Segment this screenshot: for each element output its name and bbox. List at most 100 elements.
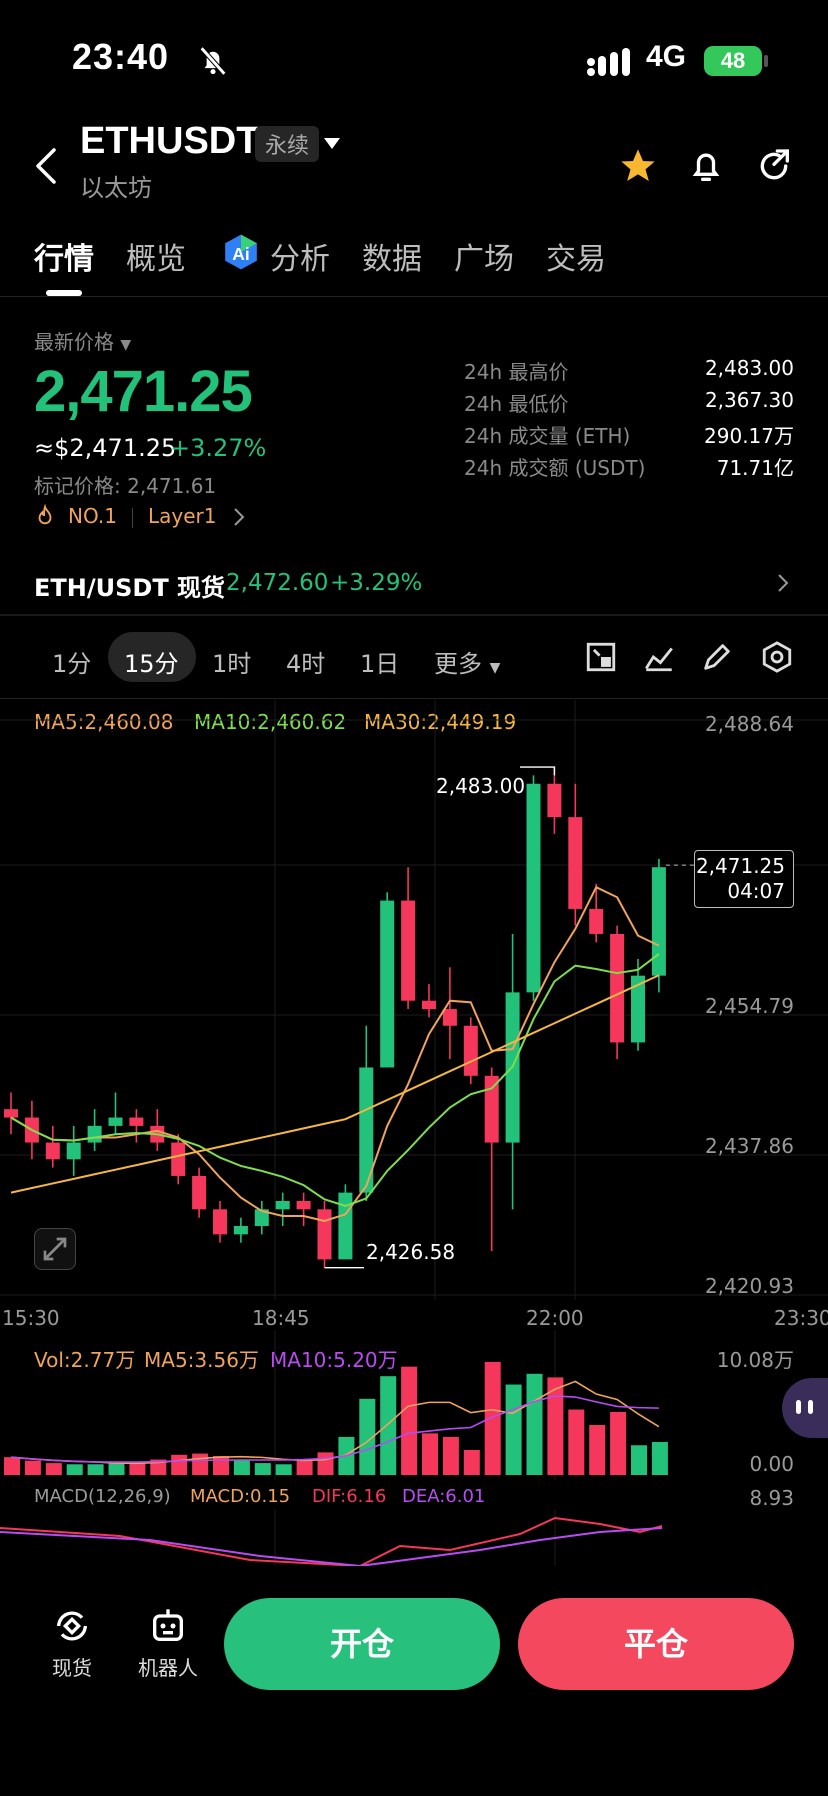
x-tick-1: 15:30: [2, 1306, 60, 1330]
spot-label: ETH/USDT 现货: [34, 574, 226, 602]
spot-chevron-right-icon[interactable]: [776, 572, 790, 594]
candle: [108, 1117, 123, 1126]
volume-bar: [380, 1376, 397, 1475]
chevron-right-icon[interactable]: [232, 506, 246, 528]
interval-more[interactable]: 更多 ▼: [434, 644, 500, 679]
ai-analysis-icon[interactable]: Ai: [222, 232, 260, 272]
tab-data[interactable]: 数据: [362, 234, 422, 278]
last-price: 2,471.25: [34, 359, 253, 424]
current-price-box: 2,471.25 04:07: [694, 850, 794, 908]
tab-square[interactable]: 广场: [454, 234, 514, 278]
stat-label-turnover: 24h 成交额 (USDT): [464, 456, 646, 480]
spot-price: 2,472.60: [226, 570, 329, 596]
star-favorite-icon[interactable]: [618, 146, 658, 186]
macd-dea: DEA:6.01: [402, 1486, 486, 1507]
tab-analysis[interactable]: 分析: [270, 234, 330, 278]
volume-bar: [442, 1436, 459, 1475]
price-label[interactable]: 最新价格 ▼: [34, 326, 131, 355]
candle: [651, 867, 666, 976]
battery-indicator: 48: [704, 46, 768, 76]
candle: [484, 1075, 499, 1143]
symbol-title[interactable]: ETHUSDT: [80, 120, 259, 163]
divider: [0, 698, 828, 699]
indicator-icon[interactable]: [642, 640, 676, 674]
tab-overview[interactable]: 概览: [126, 234, 186, 278]
current-price-value: 2,471.25: [695, 854, 785, 878]
volume-bar: [254, 1463, 271, 1475]
candle: [275, 1200, 290, 1210]
candle: [442, 1009, 457, 1026]
mark-price: 标记价格: 2,471.61: [34, 474, 217, 498]
volume-bar: [651, 1442, 668, 1475]
spot-change: +3.29%: [330, 570, 423, 596]
stat-value-high: 2,483.00: [704, 356, 794, 380]
bell-icon[interactable]: [686, 146, 726, 186]
volume-chart: [4, 1330, 668, 1480]
high-price-label: 2,483.00: [436, 774, 526, 798]
candlestick-chart[interactable]: [0, 700, 828, 1300]
volume-bar: [87, 1464, 104, 1475]
candle-countdown: 04:07: [727, 879, 785, 903]
interval-1d[interactable]: 1日: [360, 644, 399, 679]
candle: [338, 1192, 353, 1260]
volume-bar: [213, 1455, 229, 1475]
volume-bar: [317, 1452, 334, 1475]
sector-tag[interactable]: Layer1: [148, 504, 217, 528]
volume-bar: [24, 1460, 41, 1475]
y-tick-3: 2,437.86: [704, 1134, 794, 1158]
candle: [610, 933, 625, 1043]
candle: [66, 1142, 81, 1160]
contract-type-badge[interactable]: 永续: [255, 126, 320, 162]
candle: [547, 783, 562, 818]
volume-bar: [526, 1373, 543, 1475]
robot-icon[interactable]: [146, 1606, 190, 1646]
candle: [568, 817, 583, 909]
candle: [317, 1209, 332, 1260]
bot-label[interactable]: 机器人: [128, 1652, 208, 1681]
candle: [87, 1125, 102, 1143]
draw-pencil-icon[interactable]: [700, 640, 734, 674]
usd-price: ≈$2,471.25: [34, 434, 177, 462]
rank-tag[interactable]: NO.1: [68, 504, 117, 528]
candle: [45, 1142, 60, 1160]
symbol-dropdown-icon[interactable]: [322, 136, 342, 152]
mute-bell-icon: [199, 46, 227, 76]
spot-label-bottom[interactable]: 现货: [32, 1652, 112, 1681]
volume-bar: [401, 1366, 418, 1475]
interval-15m[interactable]: 15分: [124, 644, 179, 679]
signal-icon: [587, 48, 630, 76]
status-time: 23:40: [72, 36, 170, 77]
open-position-button[interactable]: 开仓: [224, 1598, 500, 1690]
volume-bar: [505, 1384, 522, 1475]
tab-market[interactable]: 行情: [34, 234, 94, 278]
volume-bar: [45, 1463, 62, 1475]
candle: [422, 1000, 436, 1010]
tab-trade[interactable]: 交易: [546, 234, 606, 278]
interval-1h[interactable]: 1时: [212, 644, 251, 679]
ma10-line: [10, 953, 660, 1208]
battery-level: 48: [720, 48, 746, 73]
volume-bar: [568, 1409, 585, 1475]
tag-separator: [132, 508, 133, 528]
y-tick-2: 2,454.79: [704, 994, 794, 1018]
macd-dif-line: [0, 1516, 663, 1566]
close-position-button[interactable]: 平仓: [518, 1598, 794, 1690]
interval-4h[interactable]: 4时: [286, 644, 325, 679]
volume-bar: [422, 1433, 438, 1475]
candle: [213, 1209, 227, 1235]
expand-arrows-icon: [43, 1237, 67, 1261]
share-icon[interactable]: [754, 146, 794, 186]
divider: [0, 614, 828, 616]
candle: [589, 908, 604, 934]
fullscreen-icon[interactable]: [584, 640, 618, 674]
stat-label-high: 24h 最高价: [464, 360, 569, 384]
network-type: 4G: [646, 40, 687, 73]
back-arrow-icon[interactable]: [32, 146, 62, 186]
divider: [0, 296, 828, 297]
settings-icon[interactable]: [760, 640, 794, 674]
spot-swap-icon[interactable]: [50, 1606, 94, 1646]
candle: [233, 1226, 248, 1235]
interval-1m[interactable]: 1分: [52, 644, 91, 679]
volume-bar: [4, 1457, 20, 1475]
expand-chart-button[interactable]: [34, 1228, 76, 1270]
